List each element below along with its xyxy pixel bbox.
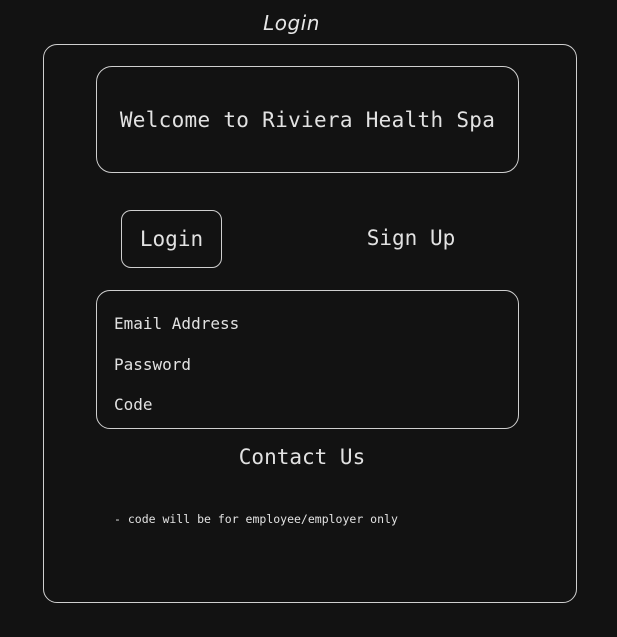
password-field[interactable]: Password	[114, 355, 191, 374]
code-note: - code will be for employee/employer onl…	[114, 512, 398, 526]
welcome-banner: Welcome to Riviera Health Spa	[96, 66, 519, 173]
welcome-heading: Welcome to Riviera Health Spa	[119, 107, 496, 132]
code-field[interactable]: Code	[114, 395, 153, 414]
frame-title: Login	[263, 11, 320, 35]
contact-us-link[interactable]: Contact Us	[216, 445, 388, 469]
email-field[interactable]: Email Address	[114, 314, 239, 333]
login-form: Email Address Password Code	[96, 290, 519, 429]
tab-login[interactable]: Login	[121, 210, 222, 268]
tab-sign-up[interactable]: Sign Up	[345, 226, 477, 250]
